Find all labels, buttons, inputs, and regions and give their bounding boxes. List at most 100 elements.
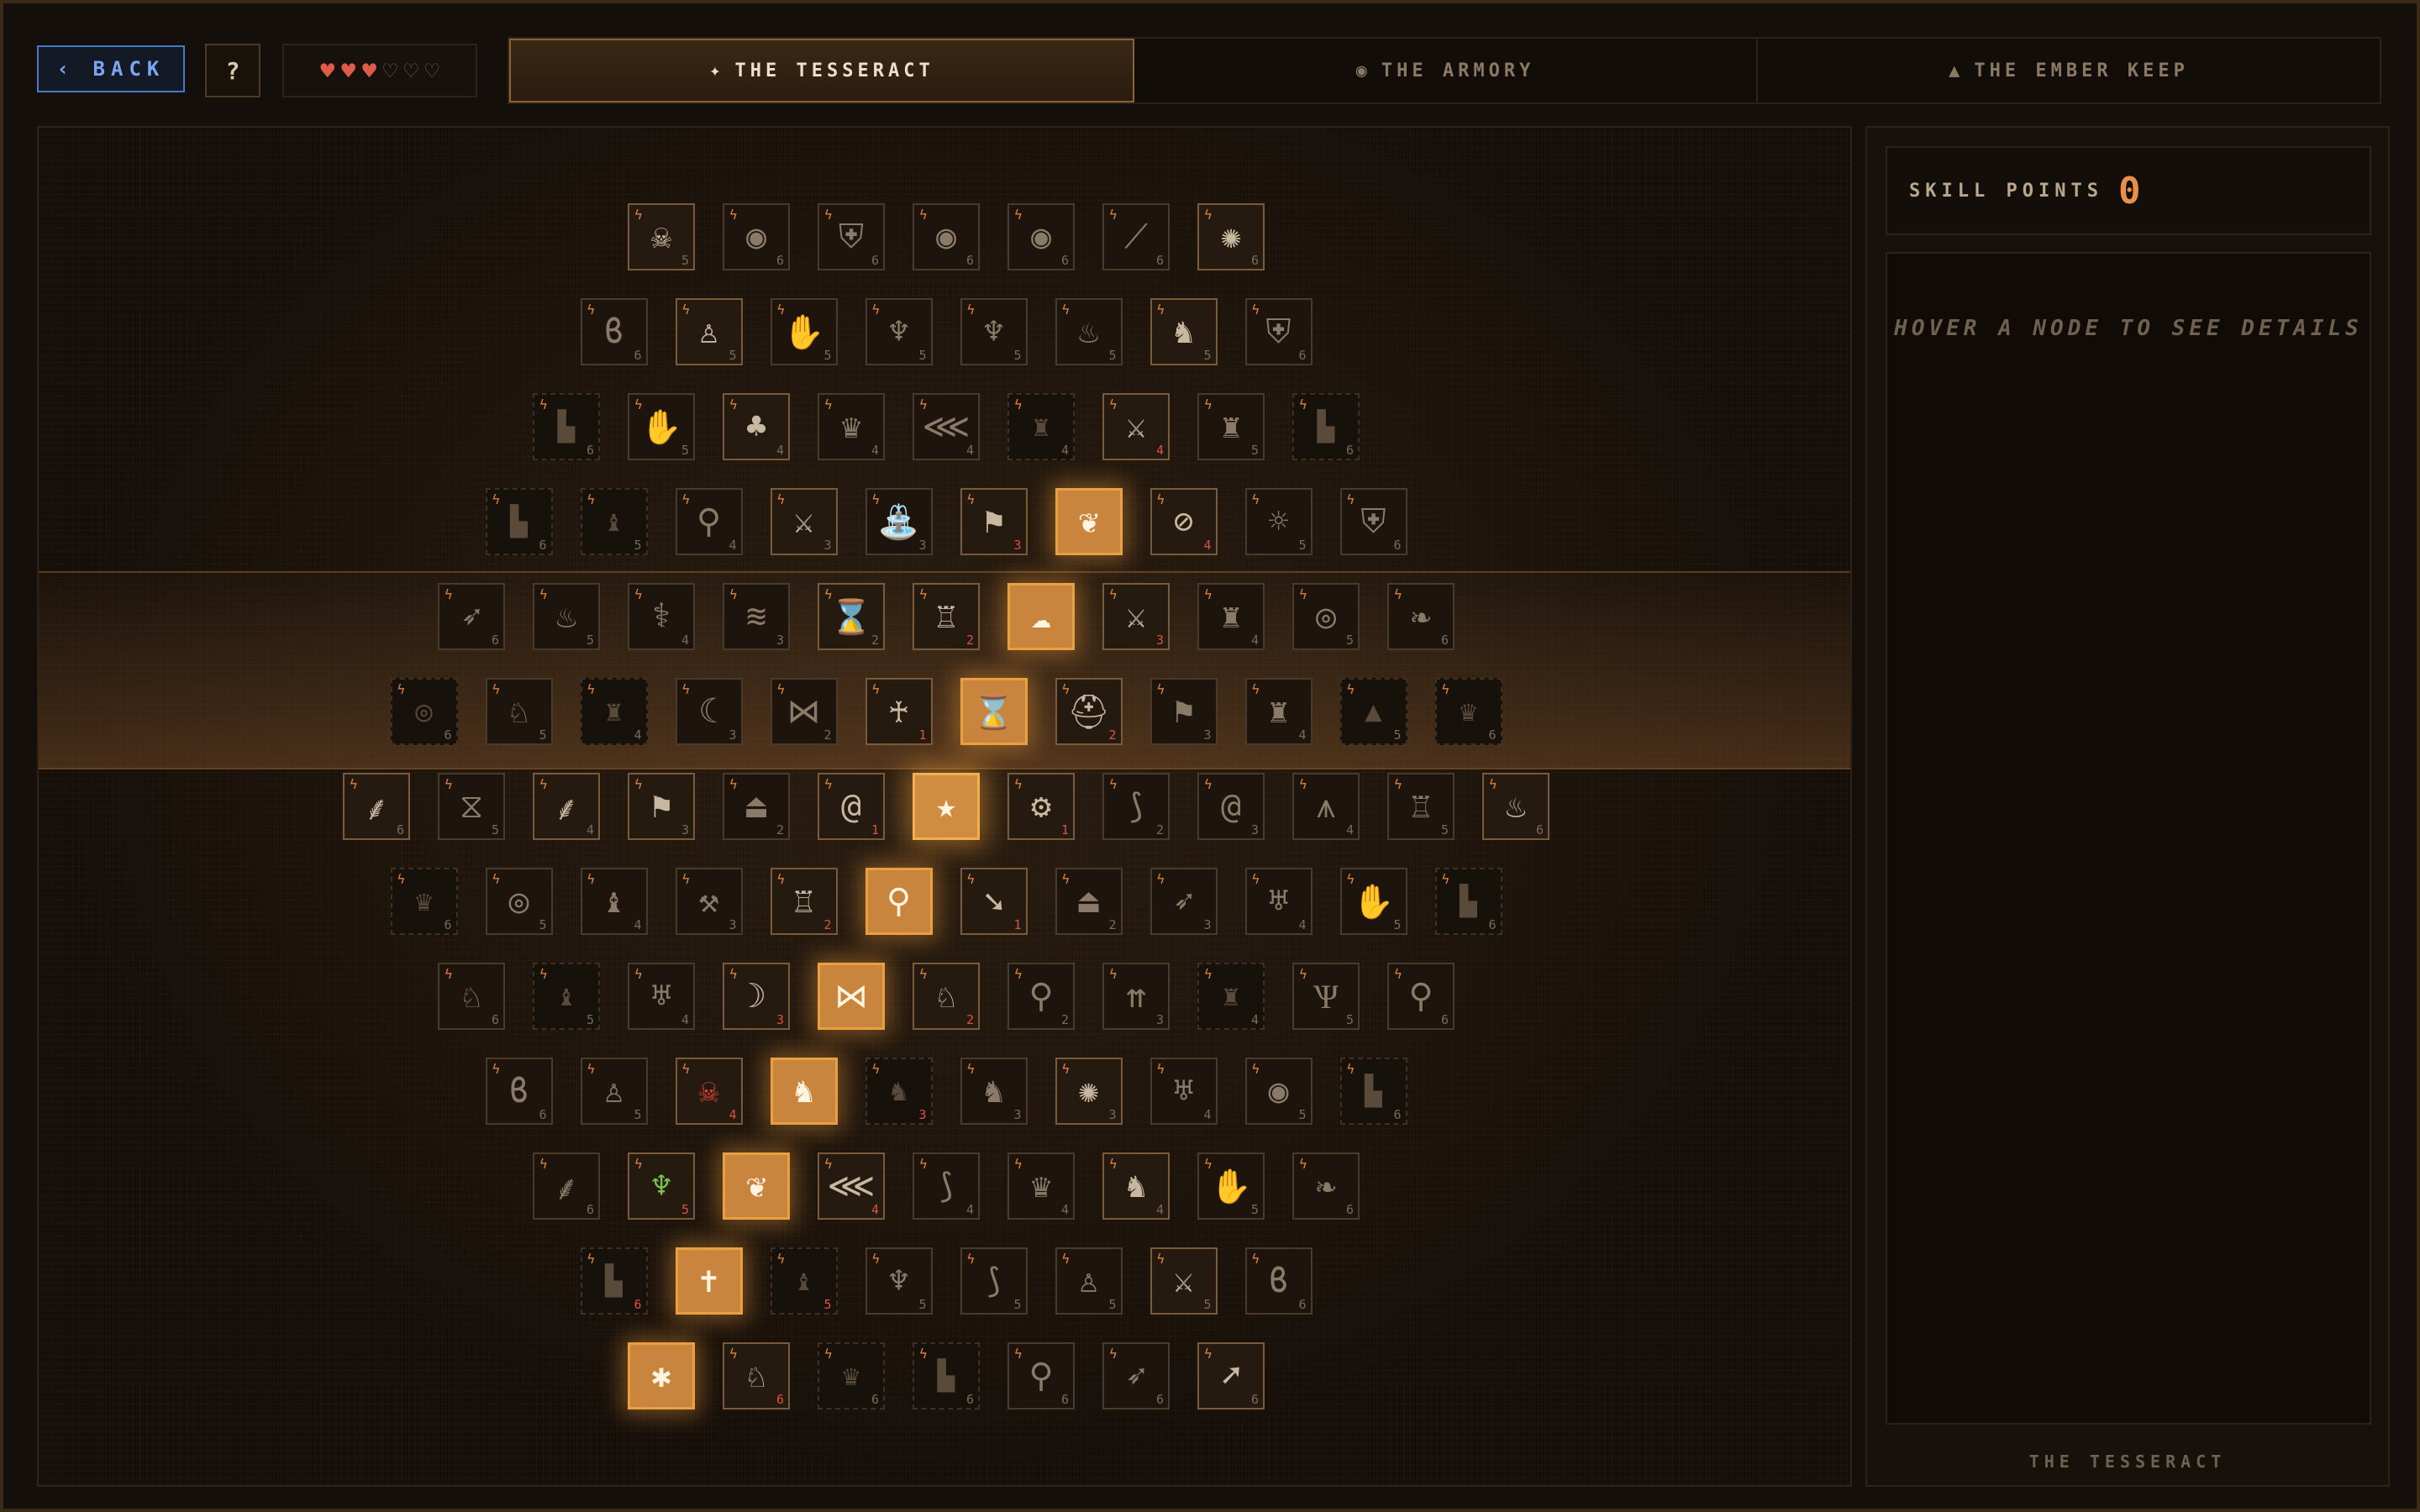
skill-node[interactable]: ♛ ϟ 6 — [390, 868, 458, 935]
skill-node[interactable]: Ѱϟ5 — [1292, 963, 1360, 1030]
tab-the-tesseract[interactable]: ✦ THE TESSERACT — [509, 39, 1134, 102]
skill-node[interactable]: ☠ ϟ 5 — [628, 203, 695, 270]
skill-node[interactable]: ♆ ϟ 5 — [960, 298, 1028, 365]
skill-node[interactable]: ♞ ϟ 4 — [1102, 1152, 1170, 1220]
skill-node[interactable]: ▙ ϟ 6 — [1292, 393, 1360, 460]
skill-node[interactable]: ♛ ϟ 6 — [1434, 678, 1502, 745]
skill-node[interactable]: ⚲ ϟ 2 — [1007, 963, 1075, 1030]
skill-node[interactable]: ♞ ϟ 3 — [960, 1058, 1028, 1125]
skill-node[interactable]: ♜ ϟ 5 — [1197, 393, 1265, 460]
skill-node[interactable]: ⚒ ϟ 3 — [675, 868, 743, 935]
skill-node[interactable]: ✱ — [628, 1342, 695, 1410]
skill-node[interactable]: ♨ ϟ 6 — [1482, 773, 1549, 840]
skill-node[interactable]: ϐϟ6 — [580, 298, 648, 365]
skill-node[interactable]: ⚑ ϟ 3 — [1150, 678, 1218, 745]
skill-node[interactable]: ▙ ϟ 6 — [485, 488, 553, 555]
skill-node[interactable]: ⇈ ϟ 3 — [1102, 963, 1170, 1030]
skill-node[interactable]: ❦ — [1055, 488, 1123, 555]
skill-node[interactable]: ⏏ ϟ 2 — [1055, 868, 1123, 935]
tab-the-ember-keep[interactable]: ▲ THE EMBER KEEP — [1758, 39, 2380, 102]
skill-node[interactable]: ◉ ϟ 6 — [913, 203, 980, 270]
skill-node[interactable]: ♜ ϟ 4 — [1197, 963, 1265, 1030]
skill-node[interactable]: ♖ ϟ 5 — [1387, 773, 1455, 840]
skill-node[interactable]: ♛ ϟ 4 — [1007, 1152, 1075, 1220]
skill-node[interactable]: ▲ ϟ 5 — [1339, 678, 1407, 745]
skill-node[interactable]: ⋈ — [818, 963, 885, 1030]
skill-node[interactable]: ⩚ ϟ 4 — [1292, 773, 1360, 840]
skill-node[interactable]: ⚲ ϟ 6 — [1007, 1342, 1075, 1410]
skill-node[interactable]: ⟋ ϟ 6 — [1102, 203, 1170, 270]
skill-node[interactable]: ⋈ ϟ 2 — [770, 678, 838, 745]
skill-node[interactable]: ⚔ ϟ 3 — [770, 488, 838, 555]
skill-node[interactable]: ♙ ϟ 5 — [1055, 1247, 1123, 1315]
skill-node[interactable]: ◉ ϟ 6 — [723, 203, 790, 270]
skill-node[interactable]: ✺ ϟ 6 — [1197, 203, 1265, 270]
skill-node[interactable]: ♝ ϟ 4 — [580, 868, 648, 935]
skill-node[interactable]: ⸙ ϟ 4 — [533, 773, 600, 840]
skill-node[interactable]: ⚕ ϟ 4 — [628, 583, 695, 650]
skill-node[interactable]: ⏏ ϟ 2 — [723, 773, 790, 840]
skill-node[interactable]: ✋ ϟ 5 — [628, 393, 695, 460]
skill-node[interactable]: ⚔ ϟ 5 — [1150, 1247, 1218, 1315]
skill-node[interactable]: ♝ ϟ 5 — [580, 488, 648, 555]
skill-node[interactable]: ⧖ ϟ 5 — [438, 773, 505, 840]
skill-node[interactable]: ☾ ϟ 3 — [675, 678, 743, 745]
skill-node[interactable]: ⚲ ϟ 6 — [1387, 963, 1455, 1030]
skill-node[interactable]: ⚲ ϟ 4 — [675, 488, 743, 555]
skill-node[interactable]: ϐϟ6 — [485, 1058, 553, 1125]
skill-node[interactable]: ≋ ϟ 3 — [723, 583, 790, 650]
skill-node[interactable]: @ ϟ 1 — [818, 773, 885, 840]
skill-node[interactable]: ♙ ϟ 5 — [580, 1058, 648, 1125]
skill-node[interactable]: ⚔ ϟ 4 — [1102, 393, 1170, 460]
skill-node[interactable]: ⊘ ϟ 4 — [1150, 488, 1218, 555]
skill-node[interactable]: ⸙ ϟ 6 — [533, 1152, 600, 1220]
skill-node[interactable]: ♜ ϟ 4 — [1244, 678, 1313, 745]
skill-node[interactable]: ⌛ — [960, 678, 1028, 745]
skill-node[interactable]: ☠ ϟ 4 — [675, 1058, 743, 1125]
tab-the-armory[interactable]: ◉ THE ARMORY — [1134, 39, 1758, 102]
skill-node[interactable]: ♜ ϟ 4 — [580, 678, 648, 745]
skill-node[interactable]: ♞ — [770, 1058, 838, 1125]
skill-node[interactable]: ♛ ϟ 6 — [818, 1342, 885, 1410]
skill-node[interactable]: ❦ — [723, 1152, 790, 1220]
skill-node[interactable]: ϐϟ6 — [1244, 1247, 1313, 1315]
back-button[interactable]: ‹ BACK — [37, 45, 185, 92]
skill-node[interactable]: ♜ ϟ 4 — [1197, 583, 1265, 650]
skill-node[interactable]: ➘ ϟ 1 — [960, 868, 1028, 935]
skill-node[interactable]: ✝ — [675, 1247, 743, 1315]
skill-node[interactable]: ⚙ ϟ 1 — [1007, 773, 1075, 840]
skill-node[interactable]: ⋘ ϟ 4 — [818, 1152, 885, 1220]
skill-node[interactable]: ♝ ϟ 5 — [770, 1247, 838, 1315]
skill-node[interactable]: ▙ ϟ 6 — [533, 393, 600, 460]
skill-node[interactable]: ♙ ϟ 5 — [675, 298, 743, 365]
skill-node[interactable]: ♅ ϟ 4 — [628, 963, 695, 1030]
skill-node[interactable]: ♅ ϟ 4 — [1150, 1058, 1218, 1125]
skill-node[interactable]: ⟆ ϟ 5 — [960, 1247, 1028, 1315]
skill-node[interactable]: @ ϟ 3 — [1197, 773, 1265, 840]
skill-node[interactable]: ⚑ ϟ 3 — [628, 773, 695, 840]
skill-node[interactable]: ◎ ϟ 6 — [390, 678, 458, 745]
skill-node[interactable]: ⛨ ϟ 6 — [818, 203, 885, 270]
skill-node[interactable]: ⌛ ϟ 2 — [818, 583, 885, 650]
skill-node[interactable]: ♖ ϟ 2 — [770, 868, 838, 935]
skill-node[interactable]: ▙ ϟ 6 — [1339, 1058, 1407, 1125]
skill-node[interactable]: ♛ ϟ 4 — [818, 393, 885, 460]
skill-node[interactable]: ⛨ ϟ 6 — [1244, 298, 1313, 365]
skill-node[interactable]: ☽ ϟ 3 — [723, 963, 790, 1030]
skill-node[interactable]: ➶ ϟ 3 — [1150, 868, 1218, 935]
help-button[interactable]: ? — [205, 44, 260, 97]
skill-node[interactable]: ♰ ϟ 1 — [865, 678, 933, 745]
skill-node[interactable]: ♘ ϟ 5 — [485, 678, 553, 745]
skill-node[interactable]: ▙ ϟ 6 — [1434, 868, 1502, 935]
skill-node[interactable]: ♘ ϟ 6 — [438, 963, 505, 1030]
skill-node[interactable]: ♞ ϟ 5 — [1150, 298, 1218, 365]
skill-node[interactable]: ♆ ϟ 5 — [865, 298, 933, 365]
skill-node[interactable]: ♨ ϟ 5 — [1055, 298, 1123, 365]
skill-node[interactable]: ♖ ϟ 2 — [913, 583, 980, 650]
skill-node[interactable]: ⛑ ϟ 2 — [1055, 678, 1123, 745]
skill-node[interactable]: ◉ ϟ 5 — [1244, 1058, 1313, 1125]
skill-node[interactable]: ➶ ϟ 6 — [1102, 1342, 1170, 1410]
skill-node[interactable]: ➶ ϟ 6 — [438, 583, 505, 650]
skill-node[interactable]: ❧ ϟ 6 — [1387, 583, 1455, 650]
skill-node[interactable]: ✋ ϟ 5 — [770, 298, 838, 365]
